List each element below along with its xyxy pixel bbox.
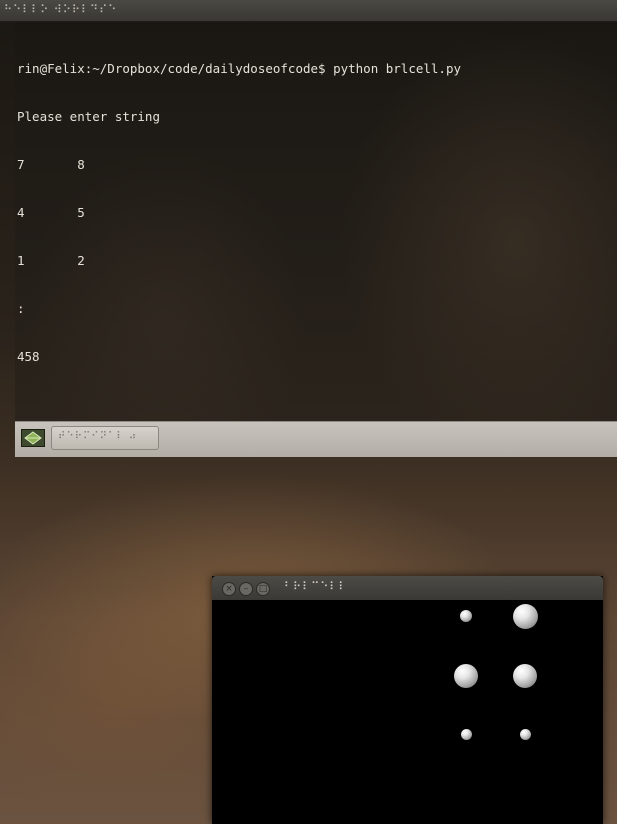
maximize-button[interactable]: □ bbox=[256, 582, 270, 596]
braille-dot-3 bbox=[461, 729, 472, 740]
terminal-line: Please enter string bbox=[17, 109, 160, 124]
close-button[interactable]: × bbox=[222, 582, 236, 596]
show-desktop-icon[interactable] bbox=[21, 429, 45, 447]
braille-dot-1 bbox=[460, 610, 472, 622]
braille-cell-canvas bbox=[212, 600, 603, 824]
terminal-output: rin@Felix:~/Dropbox/code/dailydoseofcode… bbox=[17, 29, 461, 397]
terminal-line: rin@Felix:~/Dropbox/code/dailydoseofcode… bbox=[17, 61, 462, 76]
terminal-line: 458 bbox=[17, 349, 40, 364]
window-titlebar[interactable]: × – □ ⠃⠗⠇⠉⠑⠇⠇ bbox=[212, 576, 603, 600]
taskbar-task-label: ⠞⠑⠗⠍⠊⠝⠁⠇ ⠴ bbox=[58, 431, 138, 442]
braille-cell-window[interactable]: × – □ ⠃⠗⠇⠉⠑⠇⠇ bbox=[212, 576, 603, 824]
taskbar-task-button[interactable]: ⠞⠑⠗⠍⠊⠝⠁⠇ ⠴ bbox=[51, 426, 159, 450]
top-panel: ⠓⠑⠇⠇⠕ ⠺⠕⠗⠇⠙⠎⠑ bbox=[0, 0, 617, 22]
terminal-line: 7 8 bbox=[17, 157, 85, 172]
window-title: ⠃⠗⠇⠉⠑⠇⠇ bbox=[284, 580, 348, 593]
terminal-line: 4 5 bbox=[17, 205, 85, 220]
terminal-line: : bbox=[17, 301, 25, 316]
minimize-button[interactable]: – bbox=[239, 582, 253, 596]
bottom-taskbar: ⠞⠑⠗⠍⠊⠝⠁⠇ ⠴ bbox=[15, 421, 617, 457]
top-panel-title: ⠓⠑⠇⠇⠕ ⠺⠕⠗⠇⠙⠎⠑ bbox=[4, 3, 118, 16]
braille-dot-2 bbox=[454, 664, 478, 688]
terminal-line: 1 2 bbox=[17, 253, 85, 268]
braille-dot-4 bbox=[513, 604, 538, 629]
braille-dot-6 bbox=[520, 729, 531, 740]
terminal-window[interactable]: rin@Felix:~/Dropbox/code/dailydoseofcode… bbox=[15, 22, 617, 421]
braille-dot-5 bbox=[513, 664, 537, 688]
